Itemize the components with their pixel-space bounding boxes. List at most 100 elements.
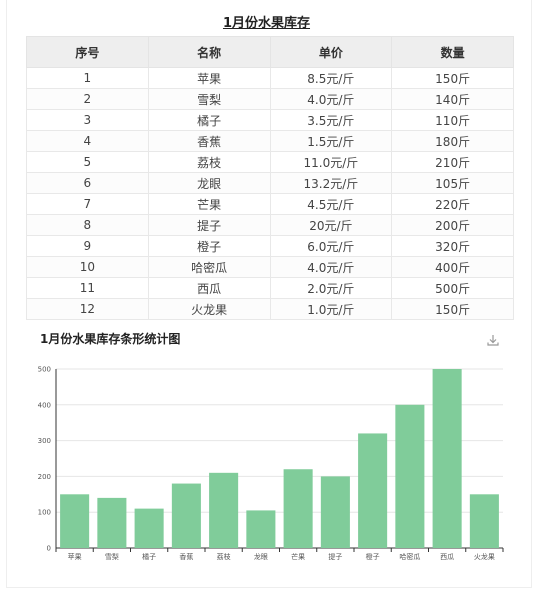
y-tick-label: 400 xyxy=(38,401,51,409)
table-row: 3 橘子 3.5元/斤 110斤 xyxy=(26,109,514,131)
cell-quantity: 210斤 xyxy=(391,151,514,173)
bar[interactable] xyxy=(209,472,239,548)
cell-price: 4.0元/斤 xyxy=(269,256,393,278)
bar[interactable] xyxy=(358,433,388,548)
cell-index: 7 xyxy=(26,193,149,215)
y-tick-label: 300 xyxy=(38,437,51,445)
table-row: 4 香蕉 1.5元/斤 180斤 xyxy=(26,130,514,152)
cell-quantity: 400斤 xyxy=(391,256,514,278)
x-tick-label: 苹果 xyxy=(68,552,82,561)
inventory-table: 序号 名称 单价 数量 1 苹果 8.5元/斤 150斤 2 雪梨 4.0元/斤 140斤 3 橘… xyxy=(26,36,514,320)
cell-quantity: 320斤 xyxy=(391,235,514,257)
bar[interactable] xyxy=(283,469,313,548)
x-tick-label: 西瓜 xyxy=(440,553,454,561)
cell-name: 香蕉 xyxy=(147,130,271,152)
table-row: 7 芒果 4.5元/斤 220斤 xyxy=(26,193,514,215)
cell-price: 4.0元/斤 xyxy=(269,88,393,110)
x-tick-label: 提子 xyxy=(328,552,342,561)
x-tick-label: 雪梨 xyxy=(105,552,119,561)
cell-index: 10 xyxy=(26,256,149,278)
cell-name: 苹果 xyxy=(147,67,271,89)
table-row: 12 火龙果 1.0元/斤 150斤 xyxy=(26,298,514,320)
cell-price: 2.0元/斤 xyxy=(269,277,393,299)
cell-price: 20元/斤 xyxy=(269,214,393,236)
x-tick-label: 香蕉 xyxy=(179,552,193,561)
x-tick-label: 哈密瓜 xyxy=(399,552,420,561)
bar[interactable] xyxy=(171,483,201,548)
table-row: 1 苹果 8.5元/斤 150斤 xyxy=(26,67,514,89)
cell-price: 6.0元/斤 xyxy=(269,235,393,257)
cell-index: 9 xyxy=(26,235,149,257)
cell-index: 5 xyxy=(26,151,149,173)
table-row: 6 龙眼 13.2元/斤 105斤 xyxy=(26,172,514,194)
x-tick-label: 芒果 xyxy=(291,552,305,561)
cell-name: 哈密瓜 xyxy=(147,256,271,278)
y-tick-label: 100 xyxy=(38,509,51,517)
cell-index: 11 xyxy=(26,277,149,299)
cell-name: 雪梨 xyxy=(147,88,271,110)
cell-price: 11.0元/斤 xyxy=(269,151,393,173)
bar[interactable] xyxy=(395,404,425,548)
cell-name: 火龙果 xyxy=(147,298,271,320)
bar[interactable] xyxy=(97,497,127,548)
bar[interactable] xyxy=(432,369,462,548)
header-name: 名称 xyxy=(147,36,271,68)
cell-index: 6 xyxy=(26,172,149,194)
table-row: 2 雪梨 4.0元/斤 140斤 xyxy=(26,88,514,110)
table-row: 9 橙子 6.0元/斤 320斤 xyxy=(26,235,514,257)
cell-name: 荔枝 xyxy=(147,151,271,173)
cell-name: 芒果 xyxy=(147,193,271,215)
bar[interactable] xyxy=(60,494,90,548)
cell-quantity: 150斤 xyxy=(391,67,514,89)
x-tick-label: 橙子 xyxy=(366,552,380,561)
table-header-row: 序号 名称 单价 数量 xyxy=(26,36,514,68)
cell-price: 3.5元/斤 xyxy=(269,109,393,131)
cell-quantity: 140斤 xyxy=(391,88,514,110)
table-row: 5 荔枝 11.0元/斤 210斤 xyxy=(26,151,514,173)
cell-price: 13.2元/斤 xyxy=(269,172,393,194)
cell-price: 1.5元/斤 xyxy=(269,130,393,152)
table-row: 11 西瓜 2.0元/斤 500斤 xyxy=(26,277,514,299)
cell-quantity: 200斤 xyxy=(391,214,514,236)
bar-chart: 0 100 200 300 400 500 苹果 雪梨 橘子 香蕉 荔枝 龙眼 芒果 提子 橙子 哈密瓜 西瓜 火… xyxy=(38,366,504,561)
cell-index: 1 xyxy=(26,67,149,89)
cell-name: 西瓜 xyxy=(147,277,271,299)
header-index: 序号 xyxy=(26,36,149,68)
cell-name: 提子 xyxy=(147,214,271,236)
table-title: 1月份水果库存 xyxy=(222,16,311,31)
cell-quantity: 500斤 xyxy=(391,277,514,299)
x-tick-label: 龙眼 xyxy=(254,552,268,561)
cell-quantity: 220斤 xyxy=(391,193,514,215)
cell-price: 1.0元/斤 xyxy=(269,298,393,320)
table-row: 10 哈密瓜 4.0元/斤 400斤 xyxy=(26,256,514,278)
cell-name: 橙子 xyxy=(147,235,271,257)
table-row: 8 提子 20元/斤 200斤 xyxy=(26,214,514,236)
bar[interactable] xyxy=(246,510,276,548)
y-tick-label: 500 xyxy=(38,366,51,374)
cell-quantity: 150斤 xyxy=(391,298,514,320)
bar[interactable] xyxy=(134,508,164,548)
cell-quantity: 110斤 xyxy=(391,109,514,131)
cell-price: 8.5元/斤 xyxy=(269,67,393,89)
cell-index: 3 xyxy=(26,109,149,131)
x-tick-label: 荔枝 xyxy=(217,552,231,561)
bar[interactable] xyxy=(320,476,350,548)
y-tick-label: 0 xyxy=(47,545,51,553)
cell-name: 龙眼 xyxy=(147,172,271,194)
y-tick-label: 200 xyxy=(38,473,51,481)
download-icon[interactable] xyxy=(486,332,500,346)
cell-index: 4 xyxy=(26,130,149,152)
cell-index: 8 xyxy=(26,214,149,236)
cell-index: 12 xyxy=(26,298,149,320)
cell-price: 4.5元/斤 xyxy=(269,193,393,215)
x-tick-label: 火龙果 xyxy=(474,552,495,561)
cell-name: 橘子 xyxy=(147,109,271,131)
cell-quantity: 180斤 xyxy=(391,130,514,152)
chart-title: 1月份水果库存条形统计图 xyxy=(40,332,181,346)
cell-quantity: 105斤 xyxy=(391,172,514,194)
header-price: 单价 xyxy=(269,36,393,68)
cell-index: 2 xyxy=(26,88,149,110)
header-quantity: 数量 xyxy=(391,36,514,68)
x-tick-label: 橘子 xyxy=(142,552,156,561)
bar[interactable] xyxy=(469,494,499,548)
